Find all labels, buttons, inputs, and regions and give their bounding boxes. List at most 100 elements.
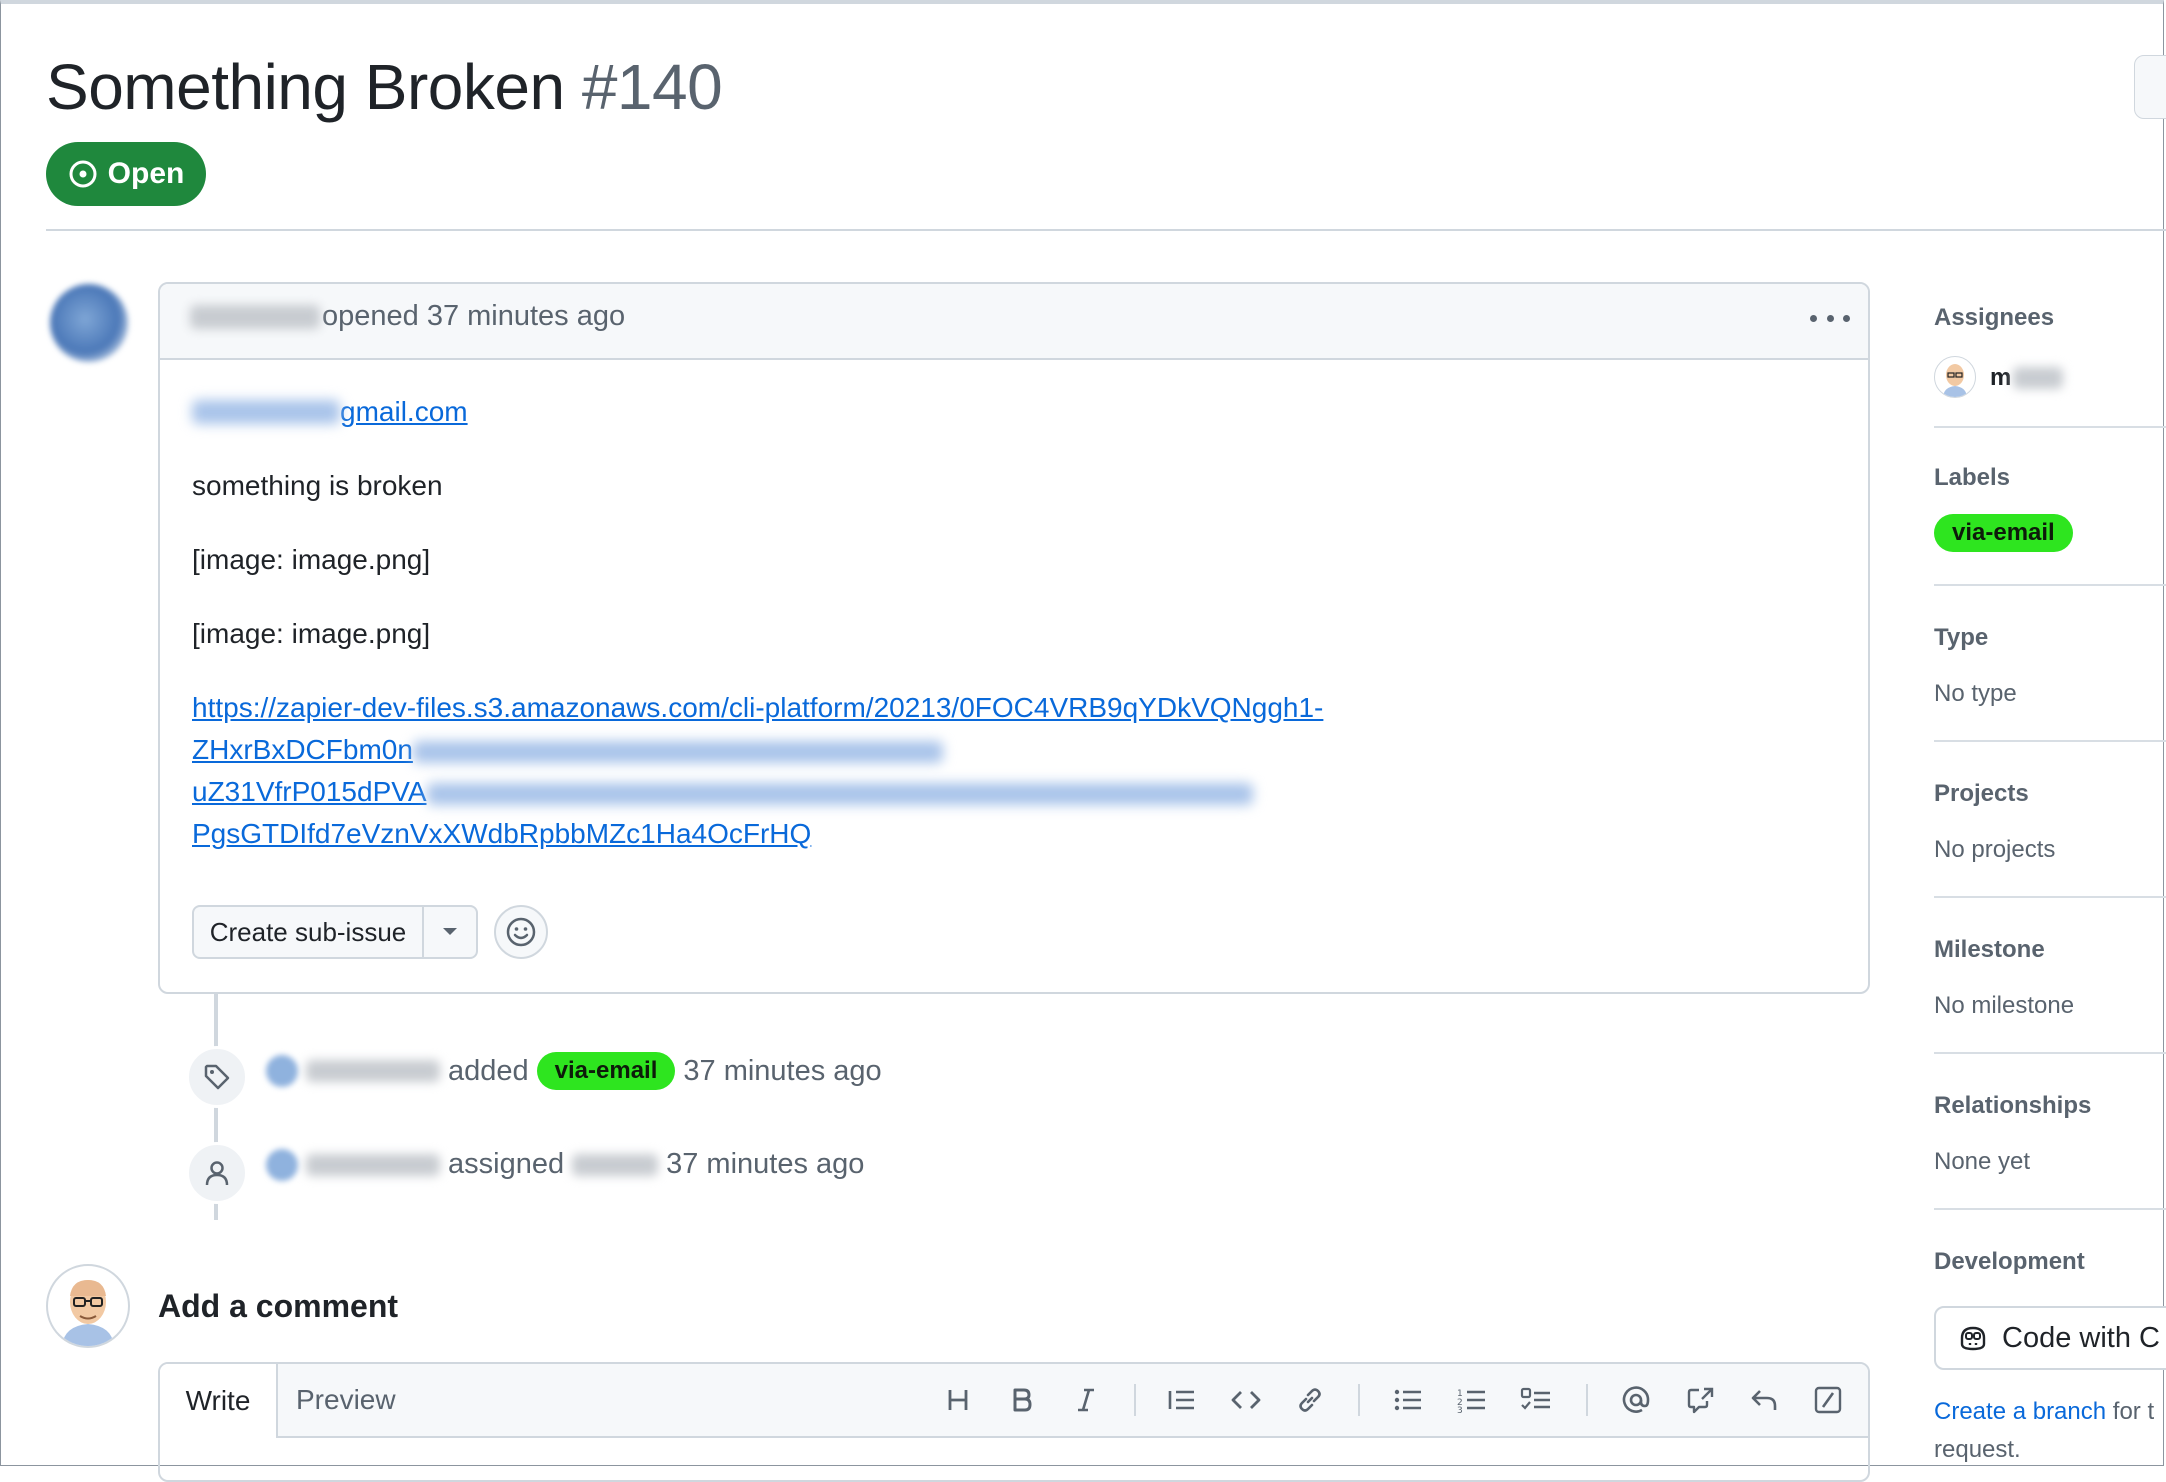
toolbar-separator: [1586, 1384, 1588, 1416]
slash-command-icon: [1814, 1386, 1842, 1414]
comment-line: [image: image.png]: [192, 544, 431, 575]
sidebar-divider: [1934, 584, 2166, 586]
code-tool[interactable]: [1224, 1378, 1268, 1422]
create-branch-text-line2: request.: [1934, 1436, 2021, 1463]
numbered-list-tool[interactable]: 123: [1450, 1378, 1494, 1422]
avatar-illustration: [1943, 364, 1967, 397]
link-tool[interactable]: [1288, 1378, 1332, 1422]
bulleted-list-tool[interactable]: [1386, 1378, 1430, 1422]
link-redacted: [426, 782, 1253, 805]
bold-tool[interactable]: [1000, 1378, 1044, 1422]
add-comment-heading: Add a comment: [158, 1288, 399, 1324]
mention-tool[interactable]: [1614, 1378, 1658, 1422]
assign-event-badge: [186, 1142, 248, 1204]
assignee-avatar[interactable]: [1934, 356, 1976, 398]
author-avatar[interactable]: [50, 284, 128, 362]
create-subissue-button[interactable]: Create sub-issue: [194, 907, 424, 957]
attachment-link[interactable]: ZHxrBxDCFbm0n: [192, 734, 943, 766]
italic-icon: [1078, 1388, 1094, 1412]
actor-name[interactable]: [306, 1153, 440, 1176]
event-time[interactable]: 37 minutes ago: [683, 1055, 881, 1088]
code-with-copilot-button[interactable]: Code with C: [1934, 1306, 2166, 1370]
comment-options-button[interactable]: [1810, 304, 1850, 332]
sidebar-divider: [1934, 1208, 2166, 1210]
assignees-heading[interactable]: Assignees: [1934, 304, 2054, 332]
event-time[interactable]: 37 minutes ago: [666, 1148, 864, 1181]
create-branch-rest: for t: [2106, 1398, 2155, 1425]
create-branch-link[interactable]: Create a branch: [1934, 1398, 2106, 1425]
relationships-heading[interactable]: Relationships: [1934, 1092, 2091, 1120]
comment-header-text: opened 37 minutes ago: [190, 300, 625, 333]
assignee-name[interactable]: [572, 1153, 659, 1176]
link-redacted: [412, 740, 943, 763]
actor-avatar[interactable]: [266, 1055, 298, 1087]
email-link[interactable]: gmail.com: [192, 396, 468, 428]
label-pill[interactable]: via-email: [536, 1052, 676, 1090]
person-icon: [205, 1161, 229, 1186]
assignee-initial: m: [1990, 364, 2012, 391]
issue-title-text: Something Broken: [46, 51, 565, 123]
attachment-link[interactable]: PgsGTDIfd7eVznVxXWdbRpbbMZc1Ha4OcFrHQ: [192, 818, 811, 850]
heading-tool[interactable]: [936, 1378, 980, 1422]
copilot-icon: [1960, 1326, 1986, 1351]
type-value: No type: [1934, 680, 2017, 707]
email-redacted: [192, 400, 340, 424]
create-branch-text: Create a branch for t: [1934, 1398, 2154, 1426]
attachment-link-line[interactable]: ZHxrBxDCFbm0n: [192, 734, 413, 765]
issue-open-icon: [69, 160, 97, 188]
actor-avatar[interactable]: [266, 1148, 298, 1181]
email-domain[interactable]: gmail.com: [340, 396, 468, 428]
attachment-link-line[interactable]: uZ31VfrP015dPVA: [192, 776, 427, 807]
assignee-name[interactable]: m: [1990, 364, 2064, 392]
edit-button[interactable]: [2134, 55, 2166, 119]
actor-name[interactable]: [306, 1060, 440, 1082]
header-divider: [46, 229, 2166, 231]
state-label: Open: [107, 157, 185, 190]
reference-tool[interactable]: [1678, 1378, 1722, 1422]
development-heading[interactable]: Development: [1934, 1248, 2085, 1276]
saved-replies-tool[interactable]: [1742, 1378, 1786, 1422]
kebab-dot: [1826, 314, 1834, 322]
code-with-label: Code with C: [2002, 1321, 2160, 1354]
labels-heading[interactable]: Labels: [1934, 464, 2010, 492]
event-action: assigned: [448, 1148, 565, 1180]
issue-title: Something Broken #140: [46, 50, 723, 124]
milestone-heading[interactable]: Milestone: [1934, 936, 2045, 964]
relationships-value: None yet: [1934, 1148, 2031, 1175]
current-user-avatar[interactable]: [46, 1264, 130, 1348]
attachment-link[interactable]: uZ31VfrP015dPVA: [192, 776, 1253, 808]
reply-icon: [1751, 1390, 1777, 1410]
mention-icon: [1622, 1386, 1650, 1413]
slash-commands-tool[interactable]: [1806, 1378, 1850, 1422]
tab-preview[interactable]: Preview: [296, 1364, 396, 1436]
quote-tool[interactable]: [1160, 1378, 1204, 1422]
code-icon: [1231, 1391, 1261, 1409]
attachment-link[interactable]: https://zapier-dev-files.s3.amazonaws.co…: [192, 692, 1323, 724]
bold-icon: [1013, 1388, 1032, 1412]
task-list-tool[interactable]: [1514, 1378, 1558, 1422]
comment-line: something is broken: [192, 470, 443, 501]
kebab-dot: [1843, 314, 1850, 322]
link-icon: [1299, 1388, 1321, 1412]
triangle-down-icon: [443, 928, 457, 935]
quote-icon: [1168, 1390, 1194, 1410]
comment-line: [image: image.png]: [192, 618, 431, 649]
attachment-link-line[interactable]: https://zapier-dev-files.s3.amazonaws.co…: [192, 692, 1323, 723]
add-reaction-button[interactable]: [494, 905, 548, 959]
author-name[interactable]: [190, 304, 320, 329]
type-heading[interactable]: Type: [1934, 624, 1988, 652]
projects-heading[interactable]: Projects: [1934, 780, 2029, 808]
tab-write[interactable]: Write: [160, 1364, 278, 1438]
bulleted-list-icon: [1394, 1389, 1421, 1411]
sidebar-divider: [1934, 896, 2166, 898]
attachment-link-line[interactable]: PgsGTDIfd7eVznVxXWdbRpbbMZc1Ha4OcFrHQ: [192, 818, 811, 849]
event-action: added: [448, 1054, 529, 1087]
comment-action: opened 37 minutes ago: [322, 300, 626, 332]
cross-reference-icon: [1687, 1387, 1714, 1414]
sidebar-label-pill[interactable]: via-email: [1934, 514, 2073, 552]
projects-value: No projects: [1934, 836, 2056, 863]
italic-tool[interactable]: [1064, 1378, 1108, 1422]
heading-icon: [948, 1390, 968, 1410]
smiley-icon: [506, 917, 536, 947]
subissue-dropdown-button[interactable]: [424, 907, 476, 957]
